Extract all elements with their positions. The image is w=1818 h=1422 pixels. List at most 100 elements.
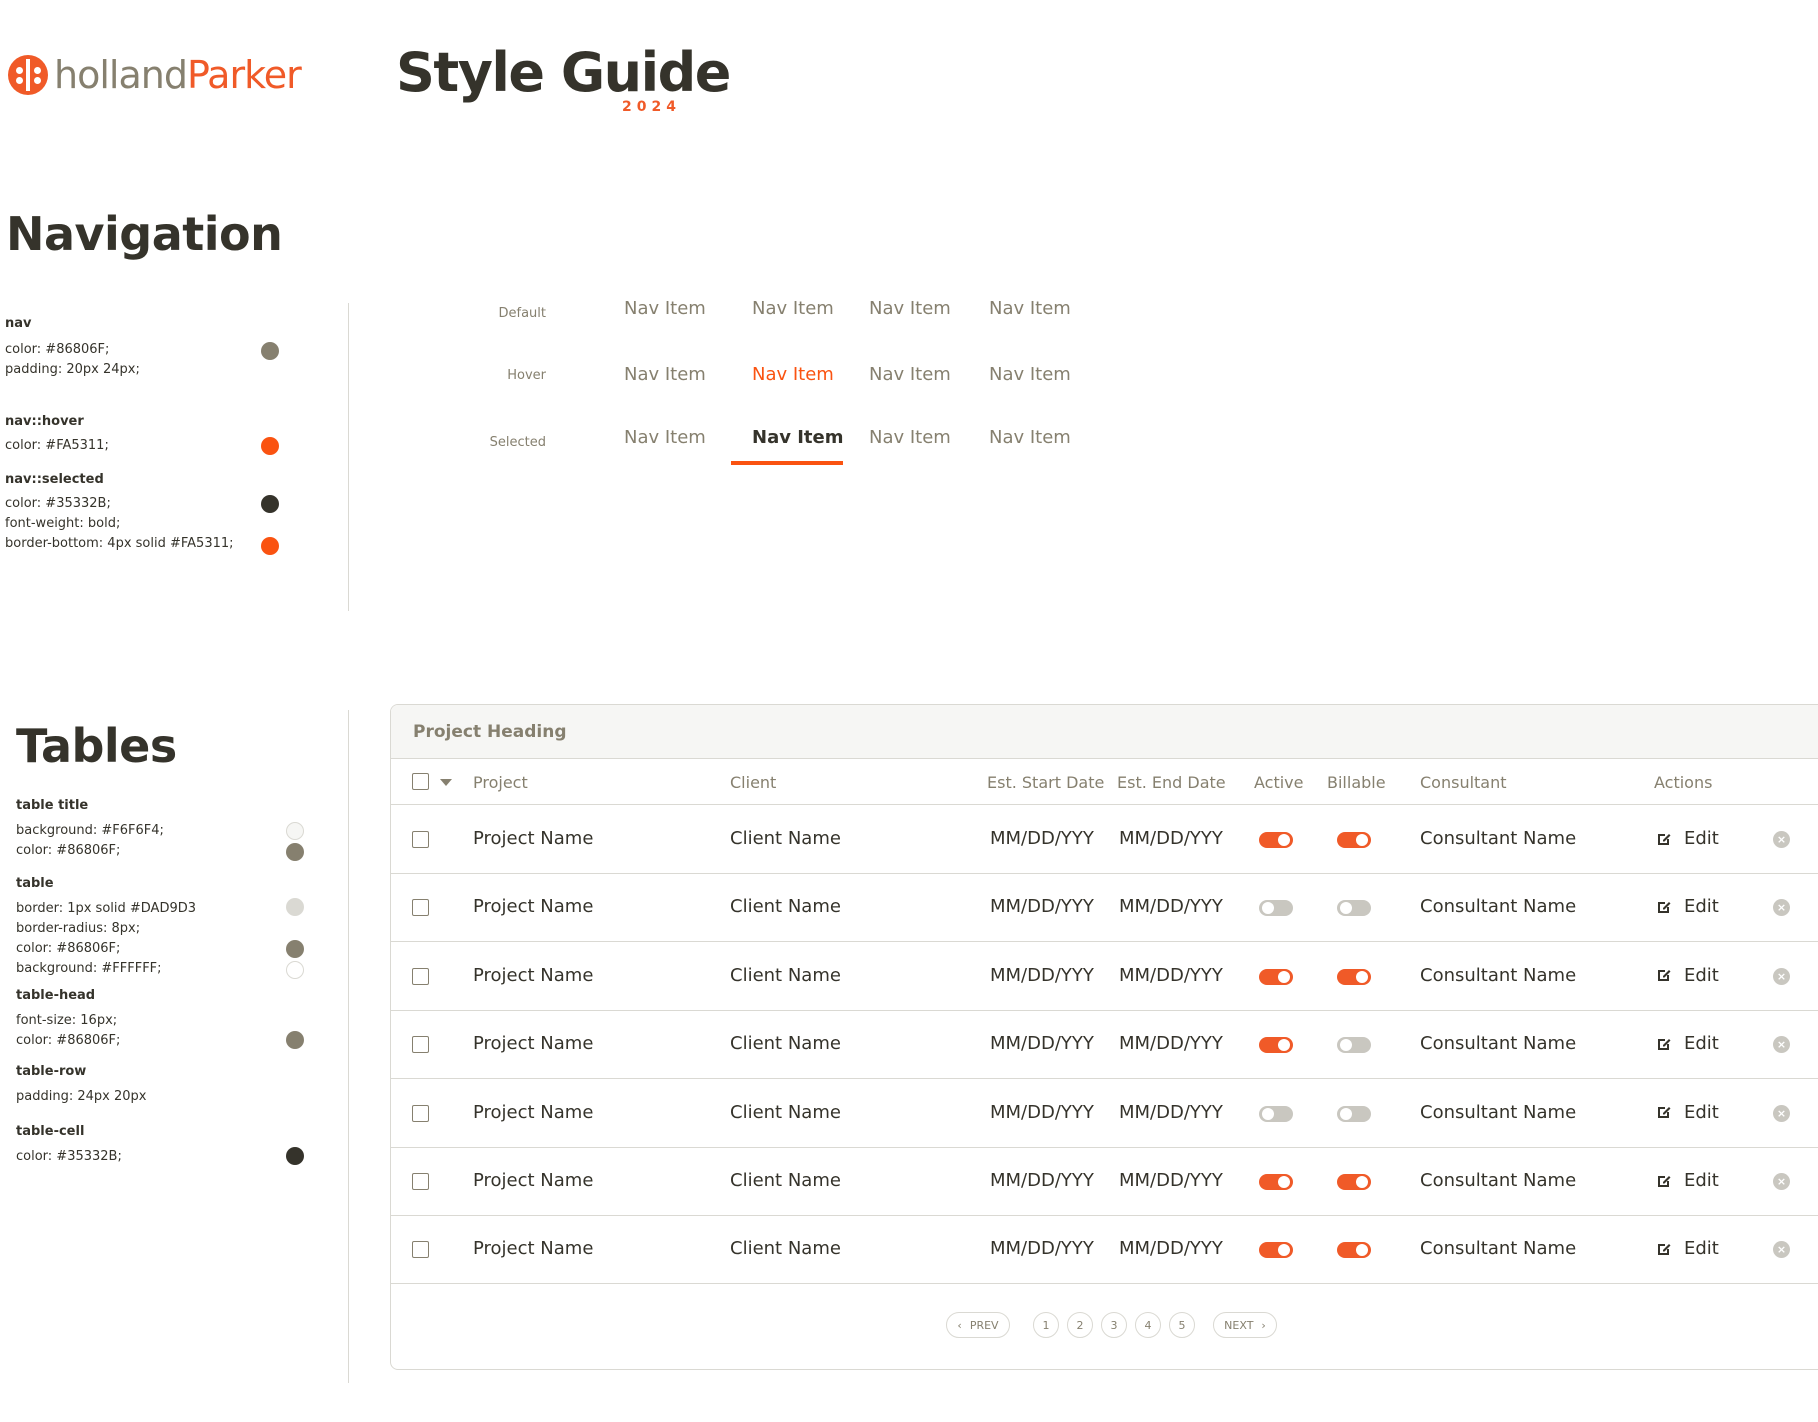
table-title-bar: Project Heading xyxy=(391,705,1818,759)
edit-label: Edit xyxy=(1684,964,1719,986)
cell-start-date: MM/DD/YYY xyxy=(990,1238,1094,1260)
cell-start-date: MM/DD/YYY xyxy=(990,896,1094,918)
table-row[interactable]: Project Name Client Name MM/DD/YYY MM/DD/YY… xyxy=(391,1011,1818,1080)
spec-value: color: #86806F; xyxy=(16,1033,121,1048)
column-header-consultant[interactable]: Consultant xyxy=(1420,773,1507,792)
nav-item-default[interactable]: Nav Item xyxy=(989,364,1071,385)
cell-client: Client Name xyxy=(730,964,841,986)
nav-item-default[interactable]: Nav Item xyxy=(752,298,834,319)
pagination-next-label: NEXT xyxy=(1224,1318,1254,1332)
billable-toggle[interactable] xyxy=(1337,1105,1371,1122)
row-checkbox[interactable] xyxy=(412,1104,429,1122)
nav-item-default[interactable]: Nav Item xyxy=(869,364,951,385)
nav-item-default[interactable]: Nav Item xyxy=(869,298,951,319)
billable-toggle[interactable] xyxy=(1337,900,1371,917)
active-toggle[interactable] xyxy=(1259,1174,1293,1190)
close-icon[interactable]: × xyxy=(1773,967,1790,985)
table-row[interactable]: Project Name Client Name MM/DD/YYY MM/DD/YY… xyxy=(391,943,1818,1011)
close-icon[interactable]: × xyxy=(1773,1036,1790,1054)
pagination-next-button[interactable]: NEXT › xyxy=(1213,1312,1277,1338)
row-checkbox[interactable] xyxy=(412,967,429,985)
cell-client: Client Name xyxy=(730,1238,841,1260)
pagination-page-button[interactable]: 5 xyxy=(1169,1312,1195,1338)
billable-toggle[interactable] xyxy=(1337,1174,1371,1190)
cell-project: Project Name xyxy=(473,896,594,918)
pagination-page-button[interactable]: 4 xyxy=(1135,1312,1161,1338)
close-icon[interactable]: × xyxy=(1773,1241,1790,1259)
select-all-checkbox[interactable] xyxy=(412,773,429,790)
active-toggle[interactable] xyxy=(1259,1037,1293,1054)
page-year: 2024 xyxy=(622,99,681,115)
project-table: Project Heading Project Client Est. Star… xyxy=(390,704,1818,1370)
edit-action[interactable]: Edit xyxy=(1656,828,1719,849)
nav-item-default[interactable]: Nav Item xyxy=(624,298,706,319)
column-header-start-date[interactable]: Est. Start Date xyxy=(987,773,1104,792)
billable-toggle[interactable] xyxy=(1337,968,1371,985)
nav-item-hovered[interactable]: Nav Item xyxy=(752,364,834,385)
cell-start-date: MM/DD/YYY xyxy=(990,828,1094,849)
row-checkbox[interactable] xyxy=(412,899,429,917)
row-checkbox[interactable] xyxy=(412,1173,429,1190)
edit-action[interactable]: Edit xyxy=(1656,965,1719,986)
active-toggle[interactable] xyxy=(1259,1242,1293,1259)
row-checkbox[interactable] xyxy=(412,1036,429,1054)
edit-icon xyxy=(1658,970,1671,982)
navigation-section-title: Navigation xyxy=(6,207,283,261)
chevron-down-icon[interactable] xyxy=(440,779,452,786)
column-header-active[interactable]: Active xyxy=(1254,773,1304,792)
nav-item-default[interactable]: Nav Item xyxy=(989,298,1071,319)
pagination-page-button[interactable]: 2 xyxy=(1067,1312,1093,1338)
nav-item-default[interactable]: Nav Item xyxy=(989,427,1071,448)
table-row[interactable]: Project Name Client Name MM/DD/YYY MM/DD/YY… xyxy=(391,806,1818,874)
table-row[interactable]: Project Name Client Name MM/DD/YYY MM/DD/YY… xyxy=(391,874,1818,943)
spec-label-table-title: table title xyxy=(16,798,89,813)
cell-consultant: Consultant Name xyxy=(1420,964,1577,986)
pagination-page-button[interactable]: 3 xyxy=(1101,1312,1127,1338)
row-checkbox[interactable] xyxy=(412,831,429,848)
close-icon[interactable]: × xyxy=(1773,899,1790,917)
cell-end-date: MM/DD/YYY xyxy=(1119,828,1223,849)
active-toggle[interactable] xyxy=(1259,900,1293,917)
pagination-prev-label: PREV xyxy=(969,1318,999,1332)
pagination-page-button[interactable]: 1 xyxy=(1033,1312,1059,1338)
cell-consultant: Consultant Name xyxy=(1420,828,1577,849)
divider xyxy=(348,710,349,1383)
edit-action[interactable]: Edit xyxy=(1656,1238,1719,1259)
edit-action[interactable]: Edit xyxy=(1656,1170,1719,1191)
cell-end-date: MM/DD/YYY xyxy=(1119,1101,1223,1123)
edit-action[interactable]: Edit xyxy=(1656,1033,1719,1054)
nav-item-default[interactable]: Nav Item xyxy=(869,427,951,448)
close-icon[interactable]: × xyxy=(1773,831,1790,848)
close-icon[interactable]: × xyxy=(1773,1173,1790,1190)
edit-action[interactable]: Edit xyxy=(1656,1102,1719,1123)
cell-client: Client Name xyxy=(730,1170,841,1191)
pagination-prev-button[interactable]: ‹ PREV xyxy=(946,1312,1010,1338)
nav-selected-underline xyxy=(731,461,843,465)
table-row[interactable]: Project Name Client Name MM/DD/YYY MM/DD/YY… xyxy=(391,1148,1818,1216)
column-header-end-date[interactable]: Est. End Date xyxy=(1117,773,1226,792)
cell-client: Client Name xyxy=(730,828,841,849)
column-header-project[interactable]: Project xyxy=(473,773,528,792)
edit-action[interactable]: Edit xyxy=(1656,896,1719,917)
cell-project: Project Name xyxy=(473,964,594,986)
active-toggle[interactable] xyxy=(1259,1105,1293,1122)
edit-label: Edit xyxy=(1684,1101,1719,1123)
column-header-billable[interactable]: Billable xyxy=(1327,773,1386,792)
nav-item-selected[interactable]: Nav Item xyxy=(752,427,843,448)
billable-toggle[interactable] xyxy=(1337,832,1371,848)
spec-label-table-row: table-row xyxy=(16,1064,87,1079)
table-row[interactable]: Project Name Client Name MM/DD/YYY MM/DD/YY… xyxy=(391,1216,1818,1285)
nav-item-default[interactable]: Nav Item xyxy=(624,364,706,385)
close-icon[interactable]: × xyxy=(1773,1104,1790,1122)
cell-consultant: Consultant Name xyxy=(1420,1238,1577,1260)
table-row[interactable]: Project Name Client Name MM/DD/YYY MM/DD/YY… xyxy=(391,1080,1818,1148)
billable-toggle[interactable] xyxy=(1337,1242,1371,1259)
spec-label-table: table xyxy=(16,876,54,891)
active-toggle[interactable] xyxy=(1259,832,1293,848)
nav-item-default[interactable]: Nav Item xyxy=(624,427,706,448)
billable-toggle[interactable] xyxy=(1337,1037,1371,1054)
active-toggle[interactable] xyxy=(1259,968,1293,985)
spec-value: background: #FFFFFF; xyxy=(16,961,162,976)
row-checkbox[interactable] xyxy=(412,1241,429,1259)
column-header-client[interactable]: Client xyxy=(730,773,776,792)
